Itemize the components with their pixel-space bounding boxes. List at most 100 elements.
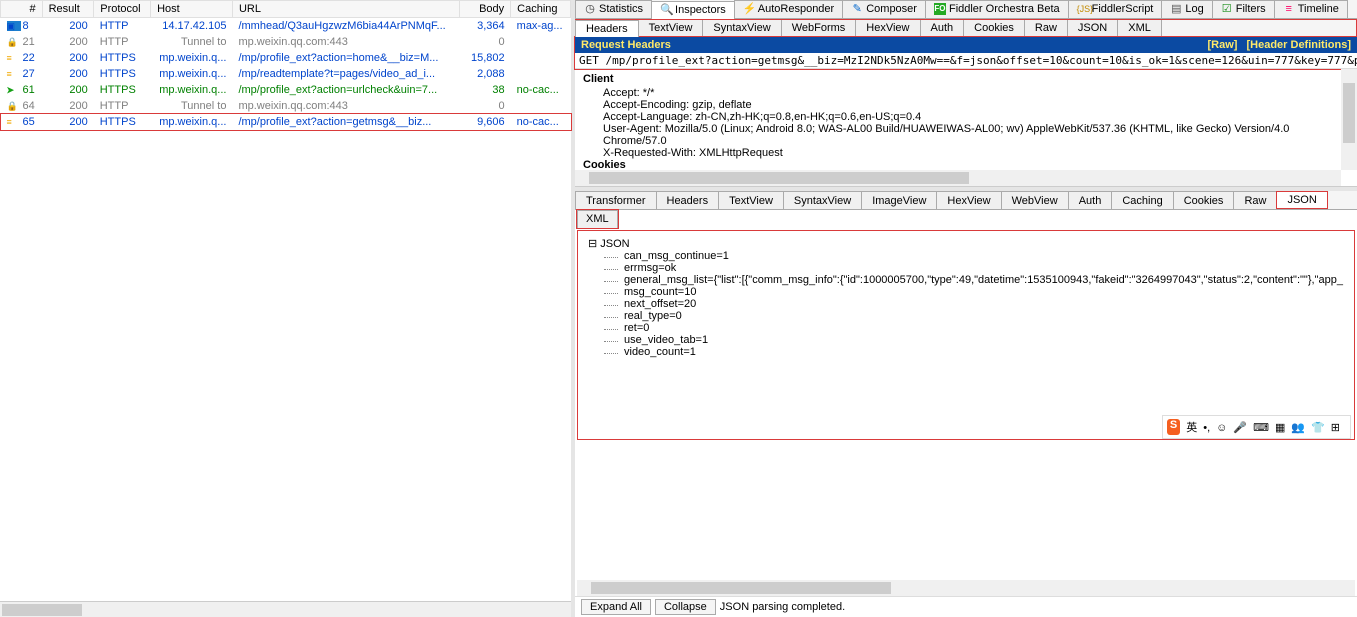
col-url[interactable]: URL (232, 1, 459, 18)
json-tree[interactable]: JSON can_msg_continue=1errmsg=okgeneral_… (577, 230, 1355, 440)
resptab-auth[interactable]: Auth (1068, 191, 1113, 209)
tab-fiddler-orchestra-beta[interactable]: FOFiddler Orchestra Beta (925, 0, 1069, 18)
reqtab-hexview[interactable]: HexView (855, 19, 920, 36)
json-root[interactable]: JSON (588, 237, 1344, 250)
ime-toolbar[interactable]: S 英 •, ☺ 🎤 ⌨ ▦ 👥 👕 ⊞ (1162, 415, 1351, 439)
json-leaf[interactable]: errmsg=ok (588, 262, 1344, 274)
ime-icon[interactable]: 🎤 (1233, 422, 1247, 434)
reqtab-headers[interactable]: Headers (575, 20, 639, 37)
resptab-json[interactable]: JSON (1276, 191, 1327, 209)
inspectors-icon: 🔍 (660, 4, 672, 16)
col-num[interactable]: # (1, 1, 43, 18)
ime-logo-icon[interactable]: S (1167, 419, 1180, 435)
resptab-headers[interactable]: Headers (656, 191, 720, 209)
reqtab-textview[interactable]: TextView (638, 19, 704, 36)
js-icon: ≡ (7, 117, 21, 127)
header-item[interactable]: Accept: */* (583, 87, 1349, 99)
resptab-textview[interactable]: TextView (718, 191, 784, 209)
col-body[interactable]: Body (459, 1, 511, 18)
ime-icon[interactable]: ⌨ (1253, 422, 1269, 434)
tab-statistics[interactable]: ◷Statistics (575, 0, 652, 18)
composer-icon: ✎ (851, 3, 863, 15)
ime-icon[interactable]: ☺ (1216, 422, 1227, 434)
ime-icon[interactable]: 👕 (1311, 422, 1325, 434)
reqtab-raw[interactable]: Raw (1024, 19, 1068, 36)
client-group[interactable]: Client (583, 73, 1349, 85)
resptab-imageview[interactable]: ImageView (861, 191, 937, 209)
timeline-icon: ≡ (1283, 3, 1295, 15)
reqtab-auth[interactable]: Auth (920, 19, 965, 36)
sessions-empty-area (0, 130, 571, 601)
tab-autoresponder[interactable]: ⚡AutoResponder (734, 0, 843, 18)
request-url[interactable]: GET /mp/profile_ext?action=getmsg&__biz=… (575, 53, 1357, 69)
sessions-hscroll[interactable] (0, 601, 571, 617)
tab-filters[interactable]: ☑Filters (1212, 0, 1275, 18)
session-row[interactable]: 🔒21 200 HTTP Tunnel to mp.weixin.qq.com:… (1, 34, 571, 50)
headers-vscroll[interactable] (1341, 69, 1357, 170)
session-row[interactable]: ≡65 200 HTTPS mp.weixin.q... /mp/profile… (1, 114, 571, 130)
json-leaf[interactable]: general_msg_list={"list":[{"comm_msg_inf… (588, 274, 1344, 286)
main-tabbar: ◷Statistics🔍Inspectors⚡AutoResponder✎Com… (575, 0, 1357, 19)
right-panel: ◷Statistics🔍Inspectors⚡AutoResponder✎Com… (575, 0, 1357, 617)
session-row[interactable]: ▣8 200 HTTP 14.17.42.105 /mmhead/Q3auHgz… (1, 18, 571, 35)
statistics-icon: ◷ (584, 3, 596, 15)
resptab-caching[interactable]: Caching (1111, 191, 1173, 209)
resptab-cookies[interactable]: Cookies (1173, 191, 1235, 209)
resptab-transformer[interactable]: Transformer (575, 191, 657, 209)
json-leaf[interactable]: ret=0 (588, 322, 1344, 334)
collapse-button[interactable]: Collapse (655, 599, 716, 615)
json-leaf[interactable]: msg_count=10 (588, 286, 1344, 298)
reqtab-cookies[interactable]: Cookies (963, 19, 1025, 36)
request-headers-box: Request Headers [Raw] [Header Definition… (575, 37, 1357, 69)
reqtab-webforms[interactable]: WebForms (781, 19, 857, 36)
session-row[interactable]: ≡22 200 HTTPS mp.weixin.q... /mp/profile… (1, 50, 571, 66)
json-leaf[interactable]: real_type=0 (588, 310, 1344, 322)
tab-inspectors[interactable]: 🔍Inspectors (651, 1, 735, 19)
raw-link[interactable]: [Raw] (1207, 39, 1237, 51)
ime-icon[interactable]: 英 (1186, 422, 1197, 434)
reqtab-syntaxview[interactable]: SyntaxView (702, 19, 781, 36)
ime-icon[interactable]: 👥 (1291, 422, 1305, 434)
filters-icon: ☑ (1221, 3, 1233, 15)
sessions-table: # Result Protocol Host URL Body Caching … (0, 0, 571, 130)
header-item[interactable]: X-Requested-With: XMLHttpRequest (583, 147, 1349, 159)
json-leaf[interactable]: can_msg_continue=1 (588, 250, 1344, 262)
session-row[interactable]: 🔒64 200 HTTP Tunnel to mp.weixin.qq.com:… (1, 98, 571, 114)
resptab-raw[interactable]: Raw (1233, 191, 1277, 209)
json-hscroll[interactable] (577, 580, 1355, 596)
ime-icon[interactable]: ▦ (1275, 422, 1285, 434)
resptab-syntaxview[interactable]: SyntaxView (783, 191, 862, 209)
resptab-webview[interactable]: WebView (1001, 191, 1069, 209)
ime-icon[interactable]: •, (1203, 422, 1210, 434)
lock-icon: 🔒 (7, 101, 21, 111)
sessions-header[interactable]: # Result Protocol Host URL Body Caching (1, 1, 571, 18)
request-subtabs: HeadersTextViewSyntaxViewWebFormsHexView… (575, 19, 1357, 37)
request-headers-titlebar: Request Headers [Raw] [Header Definition… (575, 37, 1357, 53)
col-result[interactable]: Result (42, 1, 94, 18)
reqtab-xml[interactable]: XML (1117, 19, 1162, 36)
tab-timeline[interactable]: ≡Timeline (1274, 0, 1348, 18)
headers-hscroll[interactable] (575, 170, 1341, 186)
json-leaf[interactable]: video_count=1 (588, 346, 1344, 358)
reqtab-json[interactable]: JSON (1067, 19, 1118, 36)
tab-fiddlerscript[interactable]: {JS}FiddlerScript (1068, 0, 1163, 18)
tab-composer[interactable]: ✎Composer (842, 0, 926, 18)
resptab-hexview[interactable]: HexView (936, 191, 1001, 209)
tab-xml[interactable]: XML (577, 210, 618, 228)
request-headers-tree[interactable]: Client Accept: */*Accept-Encoding: gzip,… (575, 69, 1357, 187)
col-protocol[interactable]: Protocol (94, 1, 151, 18)
header-item[interactable]: Accept-Encoding: gzip, deflate (583, 99, 1349, 111)
json-leaf[interactable]: next_offset=20 (588, 298, 1344, 310)
expand-all-button[interactable]: Expand All (581, 599, 651, 615)
tab-log[interactable]: ▤Log (1161, 0, 1212, 18)
json-leaf[interactable]: use_video_tab=1 (588, 334, 1344, 346)
session-row[interactable]: ≡27 200 HTTPS mp.weixin.q... /mp/readtem… (1, 66, 571, 82)
status-text: JSON parsing completed. (720, 601, 845, 613)
header-item[interactable]: Accept-Language: zh-CN,zh-HK;q=0.8,en-HK… (583, 111, 1349, 123)
header-definitions-link[interactable]: [Header Definitions] (1246, 39, 1351, 51)
header-item[interactable]: User-Agent: Mozilla/5.0 (Linux; Android … (583, 123, 1349, 147)
session-row[interactable]: ➤61 200 HTTPS mp.weixin.q... /mp/profile… (1, 82, 571, 98)
ime-icon[interactable]: ⊞ (1331, 422, 1340, 434)
col-host[interactable]: Host (151, 1, 233, 18)
col-caching[interactable]: Caching (511, 1, 571, 18)
